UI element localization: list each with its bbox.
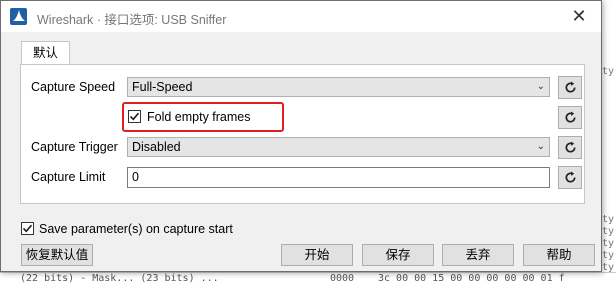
window-title: Wireshark · 接口选项: USB Sniffer xyxy=(37,13,227,27)
checkmark-icon xyxy=(22,224,33,233)
title-bar: Wireshark · 接口选项: USB Sniffer ✕ xyxy=(1,1,601,32)
capture-speed-value: Full-Speed xyxy=(132,80,193,94)
background-right-pane: ty ty ty ty ty ty xyxy=(600,0,616,285)
save-button[interactable]: 保存 xyxy=(362,244,434,266)
capture-speed-label: Capture Speed xyxy=(31,80,116,94)
interface-options-dialog: Wireshark · 接口选项: USB Sniffer ✕ 默认 Captu… xyxy=(0,0,602,272)
background-text-fragment: ty xyxy=(601,226,614,237)
chevron-down-icon: ⌄ xyxy=(536,81,545,92)
background-text-fragment: ty xyxy=(601,250,614,261)
start-button[interactable]: 开始 xyxy=(281,244,353,266)
save-parameters-label: Save parameter(s) on capture start xyxy=(39,222,233,236)
capture-speed-refresh-button[interactable] xyxy=(558,76,582,99)
refresh-icon xyxy=(564,171,576,183)
background-text-fragment: (22 bits) - Mask... (23 bits) ... xyxy=(20,273,219,284)
fold-empty-frames-checkbox[interactable] xyxy=(128,110,141,123)
background-text-fragment: ty xyxy=(601,238,614,249)
capture-trigger-label: Capture Trigger xyxy=(31,140,118,154)
save-parameters-checkbox[interactable] xyxy=(21,222,34,235)
capture-limit-label: Capture Limit xyxy=(31,170,106,184)
background-bottom-strip: (22 bits) - Mask... (23 bits) ... 0000 3… xyxy=(0,272,616,285)
refresh-icon xyxy=(564,141,576,153)
checkmark-icon xyxy=(129,112,140,121)
capture-trigger-value: Disabled xyxy=(132,140,181,154)
close-button[interactable]: ✕ xyxy=(557,1,601,32)
capture-trigger-refresh-button[interactable] xyxy=(558,136,582,159)
capture-trigger-select[interactable]: Disabled ⌄ xyxy=(127,137,550,157)
background-text-fragment: ty xyxy=(601,66,614,77)
background-text-fragment: 0000 xyxy=(330,273,355,284)
fold-empty-frames-label: Fold empty frames xyxy=(147,110,251,124)
wireshark-fin-icon xyxy=(10,8,27,25)
background-text-fragment: ty xyxy=(601,214,614,225)
capture-limit-input[interactable]: 0 xyxy=(127,167,550,188)
tab-default[interactable]: 默认 xyxy=(21,41,71,65)
help-button[interactable]: 帮助 xyxy=(523,244,595,266)
capture-speed-select[interactable]: Full-Speed ⌄ xyxy=(127,77,550,97)
discard-button[interactable]: 丢弃 xyxy=(442,244,514,266)
tab-bar: 默认 xyxy=(21,41,71,65)
restore-defaults-button[interactable]: 恢复默认值 xyxy=(21,244,93,266)
fold-empty-frames-refresh-button[interactable] xyxy=(558,106,582,129)
refresh-icon xyxy=(564,81,576,93)
close-icon: ✕ xyxy=(571,6,587,26)
chevron-down-icon: ⌄ xyxy=(536,141,545,152)
refresh-icon xyxy=(564,111,576,123)
background-text-fragment: 3c 00 00 15 00 00 00 00 00 01 f xyxy=(378,273,565,284)
capture-limit-value: 0 xyxy=(132,170,139,184)
capture-limit-refresh-button[interactable] xyxy=(558,166,582,189)
